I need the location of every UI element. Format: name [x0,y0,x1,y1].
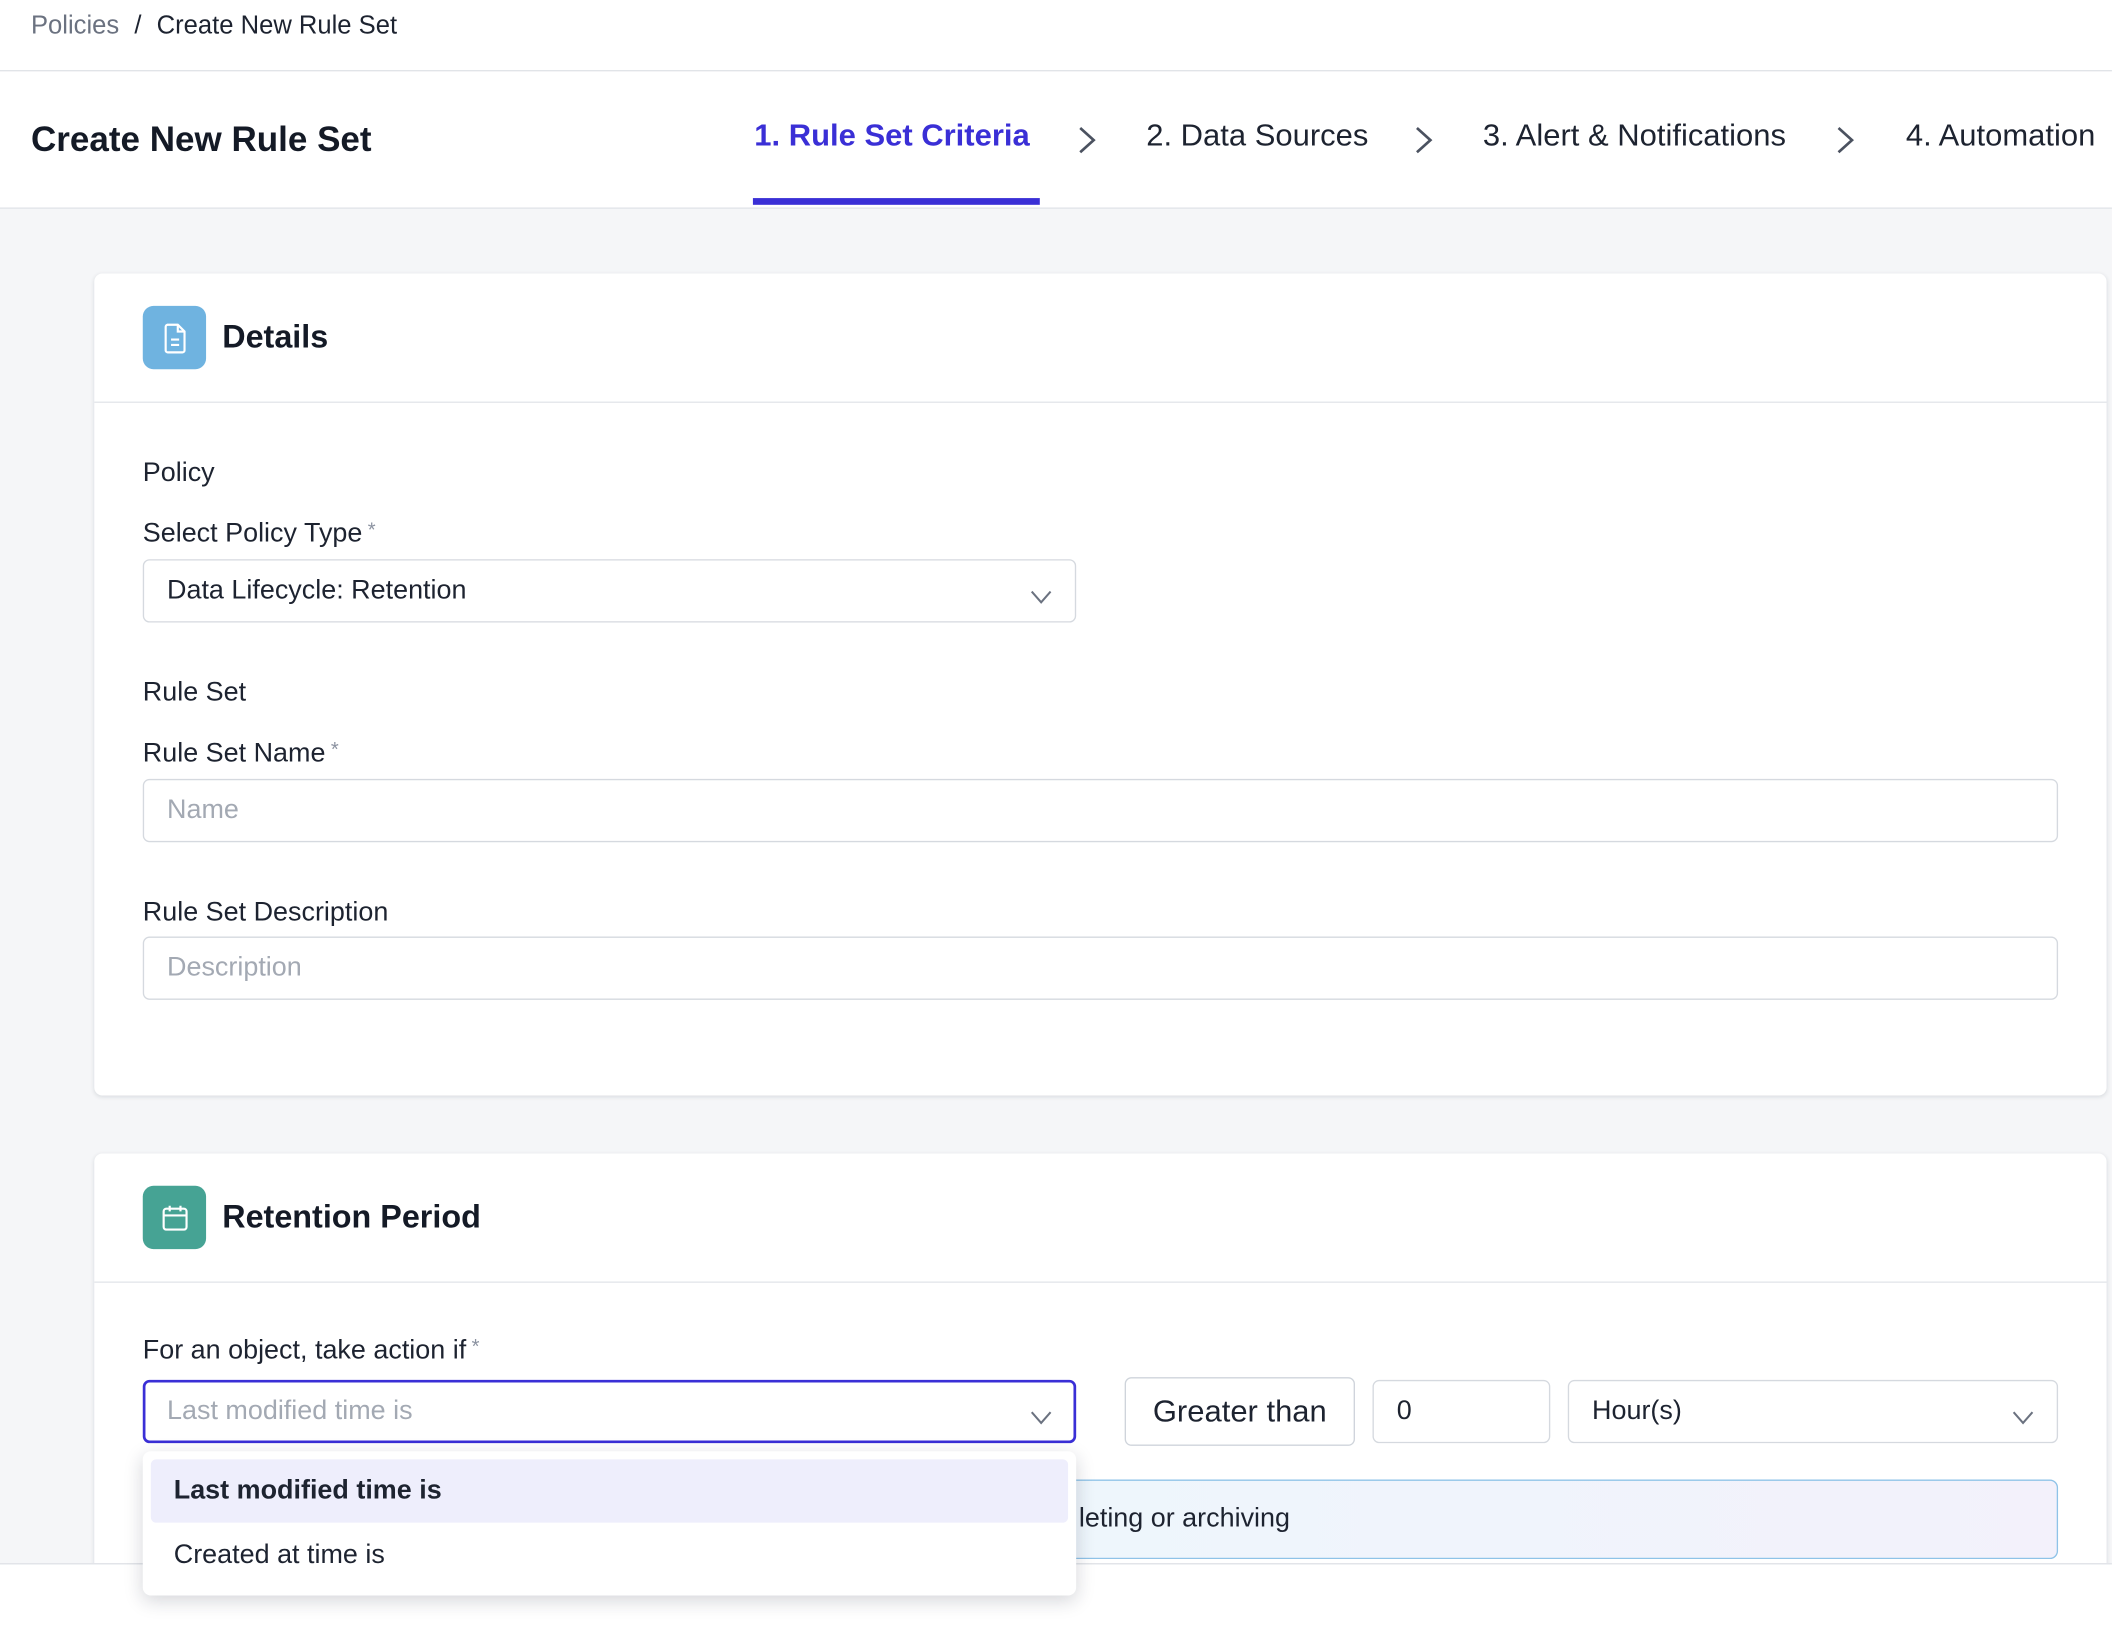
condition-dropdown-menu: Last modified time is Created at time is [142,1451,1077,1596]
breadcrumb-current: Create New Rule Set [156,12,398,41]
rule-set-name-label: Rule Set Name * [143,738,339,769]
policy-type-value: Data Lifecycle: Retention [167,575,467,606]
step-alert-notifications[interactable]: 3. Alert & Notifications [1483,117,1786,153]
chevron-down-icon [1030,582,1052,604]
condition-label-text: For an object, take action if [142,1335,467,1366]
condition-select[interactable]: Last modified time is [142,1379,1077,1444]
option-created-at[interactable]: Created at time is [151,1524,1068,1587]
required-mark: * [367,518,376,542]
option-label: Last modified time is [173,1475,442,1506]
policy-type-select[interactable]: Data Lifecycle: Retention [142,559,1077,623]
document-icon [142,305,207,370]
amount-input[interactable] [1372,1379,1551,1444]
info-banner-text: leting or archiving [1078,1503,1290,1534]
condition-label: For an object, take action if * [143,1335,480,1366]
policy-type-label: Select Policy Type * [143,519,376,550]
policy-section-label: Policy [142,458,215,488]
comparator-button[interactable]: Greater than [1124,1377,1355,1446]
app-canvas: Policies / Create New Rule Set Create Ne… [0,0,2112,1652]
chevron-right-icon [1078,125,1097,155]
page-header: Create New Rule Set 1. Rule Set Criteria… [0,71,2112,209]
rule-set-description-label: Rule Set Description [142,897,389,928]
breadcrumb-trail: Policies / Create New Rule Set [31,12,397,42]
page-title: Create New Rule Set [30,118,372,160]
rule-set-name-input[interactable] [142,778,2059,843]
calendar-icon [142,1185,207,1250]
retention-card-header: Retention Period [94,1153,2107,1283]
required-mark: * [330,738,339,762]
chevron-right-icon [1836,125,1855,155]
rule-set-name-label-text: Rule Set Name [142,738,326,769]
chevron-right-icon [1414,125,1433,155]
breadcrumb-separator: / [134,12,142,41]
time-unit-value: Hour(s) [1592,1396,1682,1426]
option-last-modified[interactable]: Last modified time is [150,1459,1069,1523]
rule-set-description-input[interactable] [142,936,2059,1000]
step-data-sources[interactable]: 2. Data Sources [1146,117,1368,153]
details-title: Details [222,319,329,356]
option-label: Created at time is [173,1540,385,1570]
retention-title: Retention Period [222,1199,481,1236]
chevron-down-icon [2012,1403,2034,1425]
required-mark: * [471,1335,480,1359]
info-banner: leting or archiving [1064,1479,2059,1560]
time-unit-select[interactable]: Hour(s) [1567,1379,2059,1444]
details-card: Details Policy Select Policy Type * Data … [94,273,2107,1096]
breadcrumb-link-policies[interactable]: Policies [31,12,119,40]
condition-placeholder: Last modified time is [167,1396,413,1426]
chevron-down-icon [1030,1403,1052,1425]
policy-type-label-text: Select Policy Type [142,518,363,549]
details-card-header: Details [94,274,2107,403]
breadcrumb: Policies / Create New Rule Set [0,0,2112,72]
rule-set-section-label: Rule Set [142,677,247,708]
step-rule-set-criteria[interactable]: 1. Rule Set Criteria [754,117,1029,153]
step-automation[interactable]: 4. Automation [1906,117,2095,153]
active-step-indicator [752,198,1040,205]
